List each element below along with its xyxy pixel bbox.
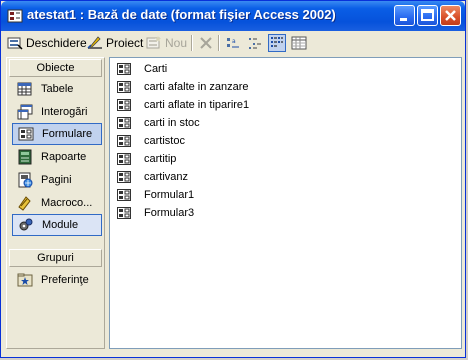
macro-icon (18, 196, 31, 211)
large-icons-icon: a (227, 38, 239, 48)
list-item[interactable]: Carti (117, 61, 167, 77)
details-view-button[interactable] (290, 34, 308, 52)
sidebar-item-label: Formulare (42, 128, 93, 140)
list-item[interactable]: Formular3 (117, 205, 194, 221)
list-item[interactable]: cartitip (117, 151, 176, 167)
list-item-label: carti afalte in zanzare (144, 81, 249, 93)
form-icon (117, 189, 131, 201)
list-item-label: carti aflate in tiparire1 (144, 99, 250, 111)
new-label: Nou (165, 36, 188, 50)
design-button[interactable]: Proiect (87, 34, 143, 52)
list-item-label: Carti (144, 63, 168, 75)
forms-list: Carti carti afalte in zanzare carti afla… (109, 57, 462, 349)
sidebar-item-label: Module (42, 219, 79, 231)
delete-button[interactable] (197, 34, 215, 52)
open-button[interactable]: Deschidere (7, 34, 87, 52)
list-item-label: Formular3 (144, 207, 195, 219)
details-view-icon (291, 36, 307, 50)
database-icon (7, 9, 23, 23)
window-title: atestat1 : Bază de date (format fişier A… (27, 7, 336, 22)
groups-header[interactable]: Grupuri (9, 249, 102, 267)
list-item-label: cartivanz (144, 171, 189, 183)
form-icon (117, 153, 131, 165)
maximize-button[interactable] (417, 5, 438, 26)
new-form-icon (146, 36, 161, 49)
small-icons-button[interactable] (246, 34, 264, 52)
list-item[interactable]: carti in stoc (117, 115, 200, 131)
sidebar-item-label: Preferinţe (41, 274, 89, 286)
list-item-label: cartitip (144, 153, 177, 165)
open-label: Deschidere (26, 36, 87, 50)
sidebar-item-label: Tabele (41, 83, 74, 95)
design-icon (87, 36, 102, 49)
large-icons-button[interactable]: a (224, 34, 242, 52)
report-icon (18, 149, 32, 165)
form-icon (117, 207, 131, 219)
small-icons-icon (249, 38, 261, 49)
list-item[interactable]: cartistoc (117, 133, 185, 149)
list-item[interactable]: carti afalte in zanzare (117, 79, 249, 95)
list-item-label: Formular1 (144, 189, 195, 201)
objects-bar: Obiecte Tabele Interogări Formulare Rapo… (6, 57, 105, 349)
form-icon (117, 117, 131, 129)
sidebar-item-label: Interogări (41, 106, 88, 118)
sidebar-item-queries[interactable]: Interogări (12, 101, 102, 123)
sidebar-item-modules[interactable]: Module (12, 214, 102, 236)
list-view-button[interactable] (268, 34, 286, 52)
list-item-label: carti in stoc (144, 117, 200, 129)
toolbar-separator (218, 35, 220, 51)
page-icon (18, 172, 33, 188)
form-icon (117, 171, 131, 183)
toolbar-separator (191, 35, 193, 51)
delete-icon (200, 37, 212, 49)
list-item[interactable]: carti aflate in tiparire1 (117, 97, 249, 113)
sidebar-item-macros[interactable]: Macroco... (12, 192, 102, 214)
form-icon (18, 127, 34, 141)
query-icon (17, 104, 33, 120)
svg-text:a: a (232, 38, 236, 45)
table-icon (17, 82, 32, 96)
form-icon (117, 63, 131, 75)
design-label: Proiect (106, 36, 144, 50)
new-button[interactable]: Nou (146, 34, 187, 52)
list-view-icon (271, 37, 283, 47)
title-bar[interactable]: atestat1 : Bază de date (format fişier A… (1, 1, 465, 31)
close-button[interactable] (440, 5, 461, 26)
sidebar-item-tables[interactable]: Tabele (12, 78, 102, 100)
list-item[interactable]: cartivanz (117, 169, 188, 185)
sidebar-item-favorites[interactable]: Preferinţe (12, 269, 102, 291)
favorites-icon (17, 273, 33, 287)
minimize-icon (400, 18, 407, 21)
maximize-icon (421, 9, 434, 21)
minimize-button[interactable] (394, 5, 415, 26)
sidebar-item-label: Pagini (41, 174, 72, 186)
toolbar: Deschidere Proiect Nou a (5, 31, 461, 55)
sidebar-item-label: Rapoarte (41, 151, 87, 163)
module-icon (19, 218, 33, 231)
database-window: atestat1 : Bază de date (format fişier A… (0, 0, 466, 358)
sidebar-item-reports[interactable]: Rapoarte (12, 146, 102, 168)
sidebar-item-label: Macroco... (41, 197, 93, 209)
objects-group-header[interactable]: Obiecte (9, 59, 102, 77)
list-item-label: cartistoc (144, 135, 185, 147)
list-item[interactable]: Formular1 (117, 187, 194, 203)
sidebar-item-forms[interactable]: Formulare (12, 123, 102, 145)
close-icon (445, 10, 456, 21)
sidebar-item-pages[interactable]: Pagini (12, 169, 102, 191)
form-icon (117, 99, 131, 111)
open-form-icon (7, 37, 23, 50)
form-icon (117, 135, 131, 147)
form-icon (117, 81, 131, 93)
